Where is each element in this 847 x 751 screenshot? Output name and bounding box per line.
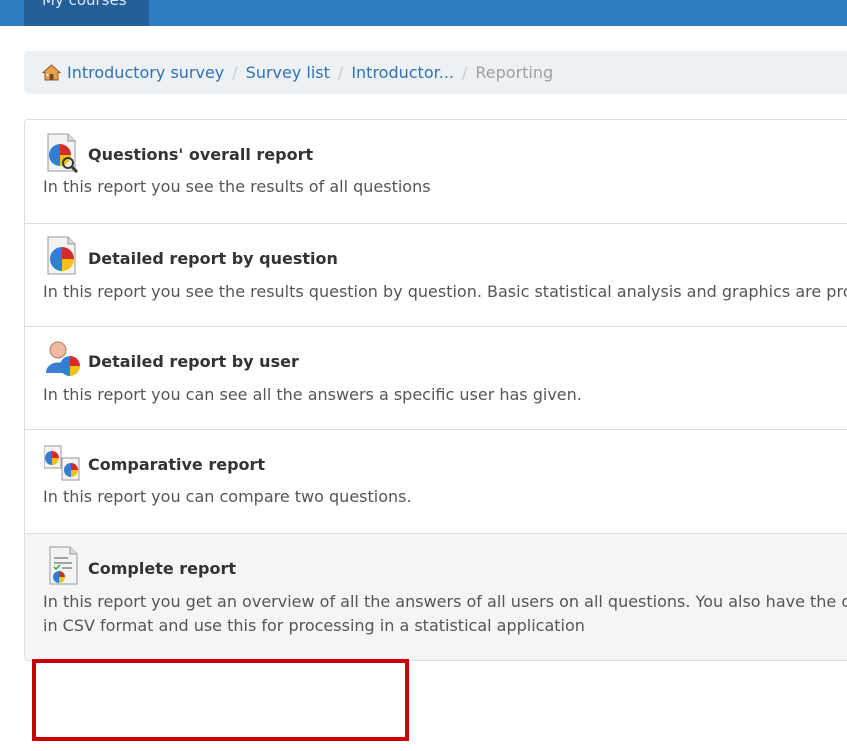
my-courses-tab-label: My courses [42, 0, 127, 9]
breadcrumb-separator: / [337, 63, 344, 82]
report-description-line-2: in CSV format and use this for processin… [43, 616, 585, 635]
report-description: In this report you see the results of al… [43, 177, 431, 196]
user-pie-chart-icon [46, 341, 80, 376]
report-item-comparative[interactable]: Comparative report In this report you ca… [25, 430, 847, 534]
pie-chart-document-icon [47, 236, 76, 275]
top-navbar: My courses [0, 0, 847, 26]
report-title[interactable]: Comparative report [88, 455, 265, 474]
report-list-panel: Questions' overall report In this report… [24, 119, 847, 661]
breadcrumb-separator: / [232, 63, 238, 82]
breadcrumb: Introductory survey / Survey list / Intr… [24, 51, 847, 94]
report-item-detailed-by-user[interactable]: Detailed report by user In this report y… [25, 327, 847, 430]
breadcrumb-current-reporting: Reporting [475, 63, 554, 82]
breadcrumb-separator: / [461, 63, 468, 82]
report-item-detailed-by-question[interactable]: Detailed report by question In this repo… [25, 224, 847, 327]
highlight-box [32, 659, 409, 741]
complete-report-document-icon [49, 546, 78, 585]
report-item-questions-overall[interactable]: Questions' overall report In this report… [25, 120, 847, 224]
pie-chart-magnifier-icon [47, 133, 79, 173]
report-item-complete[interactable]: Complete report In this report you get a… [25, 534, 847, 660]
report-description-line-1: In this report you get an overview of al… [43, 592, 847, 611]
breadcrumb-link-introductor[interactable]: Introductor... [351, 63, 454, 82]
compare-charts-icon [44, 445, 80, 481]
home-icon [42, 64, 61, 81]
report-description: In this report you see the results quest… [43, 282, 847, 301]
report-title[interactable]: Detailed report by user [88, 352, 299, 371]
report-title[interactable]: Questions' overall report [88, 145, 313, 164]
report-title[interactable]: Detailed report by question [88, 249, 338, 268]
breadcrumb-link-survey-list[interactable]: Survey list [246, 63, 330, 82]
report-description: In this report you can see all the answe… [43, 385, 582, 404]
my-courses-tab[interactable]: My courses [24, 0, 149, 26]
report-description: In this report you can compare two quest… [43, 487, 412, 506]
breadcrumb-link-introductory-survey[interactable]: Introductory survey [67, 63, 224, 82]
report-title[interactable]: Complete report [88, 559, 236, 578]
